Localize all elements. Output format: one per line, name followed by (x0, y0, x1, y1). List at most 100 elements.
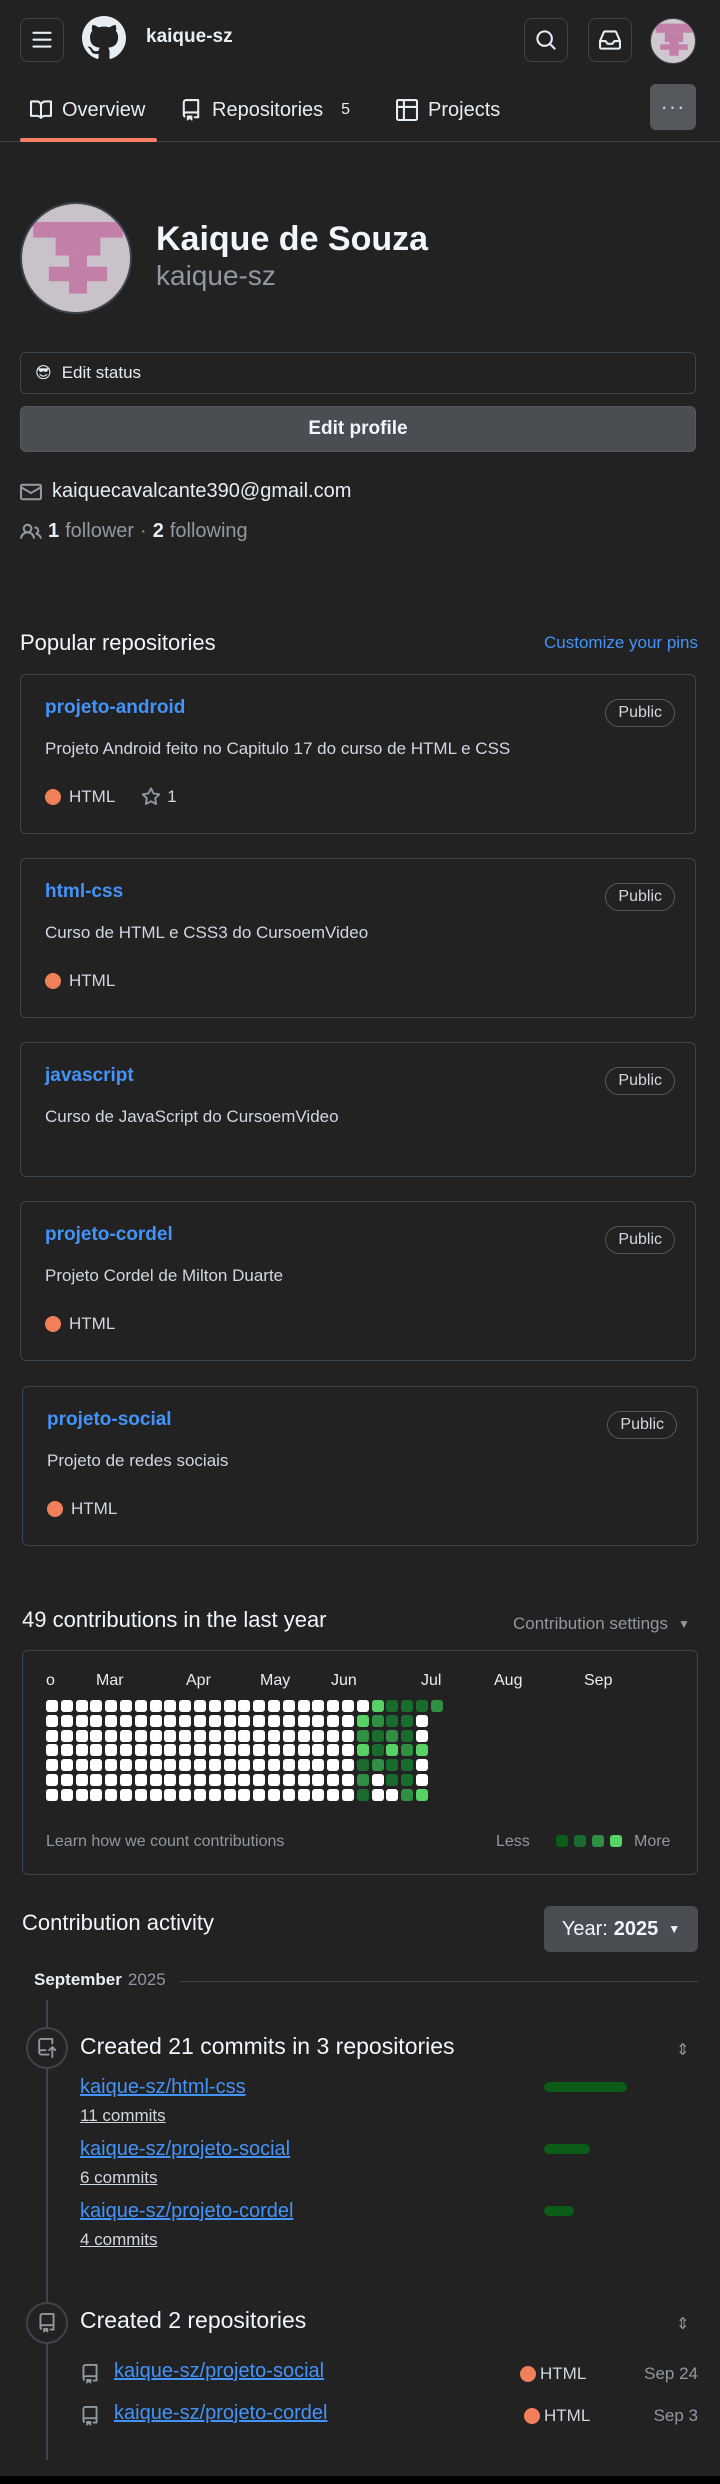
commit-count-link[interactable]: 11 commits (80, 2106, 166, 2126)
contribution-day[interactable] (268, 1788, 280, 1801)
contribution-day[interactable] (149, 1759, 162, 1772)
commit-count-link[interactable]: 6 commits (80, 2168, 157, 2188)
header-username[interactable]: kaique-sz (146, 26, 233, 48)
contribution-day[interactable] (208, 1759, 221, 1772)
contribution-day[interactable] (46, 1744, 58, 1757)
contribution-day[interactable] (386, 1759, 399, 1772)
contribution-day[interactable] (90, 1700, 103, 1712)
contribution-day[interactable] (386, 1700, 399, 1712)
contribution-day[interactable] (90, 1729, 103, 1742)
contribution-day[interactable] (46, 1774, 58, 1786)
contribution-day[interactable] (208, 1788, 221, 1801)
contribution-day[interactable] (342, 1729, 354, 1742)
contribution-day[interactable] (120, 1788, 132, 1801)
contribution-day[interactable] (253, 1700, 266, 1712)
contribution-day[interactable] (164, 1744, 177, 1757)
contribution-day[interactable] (223, 1774, 236, 1786)
contribution-day[interactable] (134, 1729, 147, 1742)
contribution-day[interactable] (223, 1714, 236, 1727)
contribution-day[interactable] (194, 1759, 206, 1772)
contribution-day[interactable] (120, 1700, 132, 1712)
contribution-day[interactable] (268, 1759, 280, 1772)
contribution-day[interactable] (312, 1729, 325, 1742)
contribution-day[interactable] (430, 1700, 443, 1712)
contribution-day[interactable] (238, 1744, 251, 1757)
contribution-day[interactable] (312, 1759, 325, 1772)
commit-repo-link[interactable]: kaique-sz/projeto-social (80, 2138, 290, 2161)
contribution-day[interactable] (120, 1759, 132, 1772)
contribution-day[interactable] (46, 1729, 58, 1742)
contribution-day[interactable] (238, 1788, 251, 1801)
contribution-day[interactable] (134, 1759, 147, 1772)
contribution-day[interactable] (194, 1744, 206, 1757)
repo-name-link[interactable]: projeto-social (47, 1409, 172, 1431)
contribution-day[interactable] (194, 1788, 206, 1801)
contribution-day[interactable] (416, 1729, 428, 1742)
contribution-day[interactable] (268, 1714, 280, 1727)
inbox-button[interactable] (588, 18, 632, 62)
contribution-day[interactable] (208, 1744, 221, 1757)
contribution-day[interactable] (312, 1700, 325, 1712)
contribution-day[interactable] (194, 1700, 206, 1712)
contribution-day[interactable] (371, 1788, 384, 1801)
contribution-settings-button[interactable]: Contribution settings ▼ (513, 1614, 690, 1634)
contribution-day[interactable] (149, 1788, 162, 1801)
contribution-day[interactable] (327, 1744, 340, 1757)
contribution-day[interactable] (386, 1714, 399, 1727)
edit-status-button[interactable]: 😎 Edit status (20, 352, 696, 394)
github-logo-icon[interactable] (81, 16, 126, 60)
contribution-day[interactable] (46, 1700, 58, 1712)
contribution-day[interactable] (356, 1714, 369, 1727)
contribution-day[interactable] (90, 1774, 103, 1786)
contribution-day[interactable] (312, 1714, 325, 1727)
contribution-day[interactable] (164, 1700, 177, 1712)
contribution-day[interactable] (46, 1714, 58, 1727)
contribution-day[interactable] (164, 1774, 177, 1786)
contribution-day[interactable] (297, 1729, 310, 1742)
contribution-day[interactable] (105, 1729, 118, 1742)
contribution-day[interactable] (297, 1774, 310, 1786)
profile-avatar[interactable] (20, 202, 132, 314)
edit-profile-button[interactable]: Edit profile (20, 406, 696, 452)
created-repo-link[interactable]: kaique-sz/projeto-cordel (114, 2402, 327, 2425)
contribution-day[interactable] (120, 1714, 132, 1727)
contribution-day[interactable] (401, 1759, 414, 1772)
contribution-day[interactable] (356, 1729, 369, 1742)
commit-count-link[interactable]: 4 commits (80, 2230, 157, 2250)
followers-link[interactable]: 1 follower (48, 520, 134, 543)
contribution-day[interactable] (416, 1759, 428, 1772)
contribution-day[interactable] (149, 1700, 162, 1712)
contribution-day[interactable] (297, 1714, 310, 1727)
contribution-day[interactable] (208, 1774, 221, 1786)
contribution-day[interactable] (386, 1744, 399, 1757)
contribution-day[interactable] (179, 1774, 192, 1786)
collapse-icon[interactable]: ⇕ (676, 2040, 689, 2060)
contribution-day[interactable] (120, 1729, 132, 1742)
contribution-day[interactable] (105, 1744, 118, 1757)
contribution-day[interactable] (179, 1759, 192, 1772)
contribution-day[interactable] (371, 1774, 384, 1786)
contribution-day[interactable] (371, 1700, 384, 1712)
commits-summary-title[interactable]: Created 21 commits in 3 repositories (80, 2033, 455, 2060)
created-repo-link[interactable]: kaique-sz/projeto-social (114, 2360, 324, 2383)
contribution-day[interactable] (253, 1788, 266, 1801)
contribution-day[interactable] (75, 1759, 88, 1772)
menu-button[interactable] (20, 18, 64, 62)
contribution-day[interactable] (164, 1759, 177, 1772)
contribution-day[interactable] (297, 1759, 310, 1772)
contribution-day[interactable] (356, 1744, 369, 1757)
tab-repositories[interactable]: Repositories 5 (180, 94, 350, 126)
contribution-day[interactable] (282, 1714, 295, 1727)
contribution-day[interactable] (75, 1714, 88, 1727)
contribution-day[interactable] (75, 1774, 88, 1786)
contribution-day[interactable] (371, 1729, 384, 1742)
contribution-day[interactable] (356, 1759, 369, 1772)
contribution-day[interactable] (416, 1700, 428, 1712)
contribution-day[interactable] (120, 1774, 132, 1786)
contribution-day[interactable] (238, 1700, 251, 1712)
customize-pins-link[interactable]: Customize your pins (544, 633, 698, 653)
contribution-day[interactable] (282, 1788, 295, 1801)
contribution-day[interactable] (371, 1714, 384, 1727)
contribution-day[interactable] (179, 1729, 192, 1742)
contribution-day[interactable] (282, 1774, 295, 1786)
